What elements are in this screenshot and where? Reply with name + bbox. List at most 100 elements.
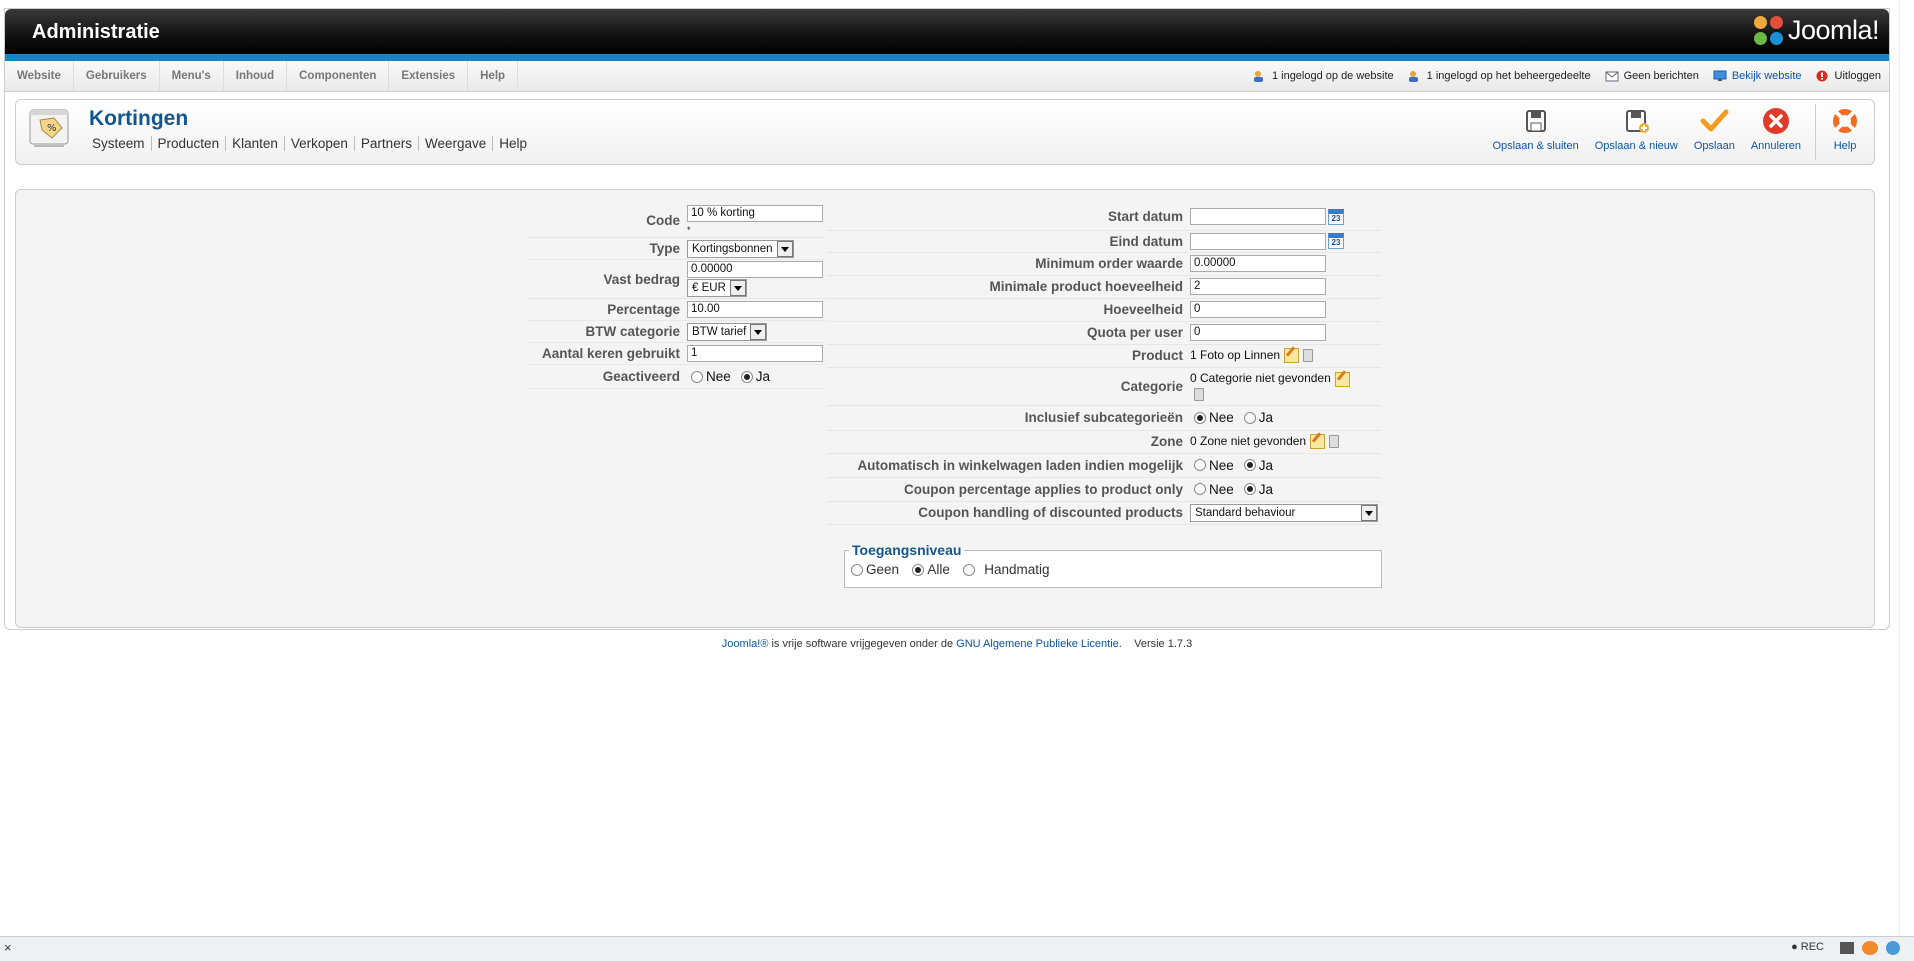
cancel-icon	[1761, 106, 1791, 136]
min-qty-input[interactable]: 2	[1190, 278, 1326, 295]
coupon-handling-select[interactable]: Standard behaviour	[1190, 503, 1378, 522]
menu-content[interactable]: Inhoud	[224, 61, 288, 91]
edit-icon[interactable]	[1310, 434, 1326, 450]
close-icon[interactable]: ×	[4, 940, 12, 955]
coupon-pct-yes-radio[interactable]	[1243, 483, 1256, 496]
delete-icon[interactable]	[1303, 349, 1314, 363]
min-qty-label: Minimale product hoeveelheid	[827, 275, 1187, 299]
percentage-label: Percentage	[527, 298, 684, 321]
cancel-button[interactable]: Annuleren	[1743, 104, 1809, 160]
submenu-system[interactable]: Systeem	[92, 136, 151, 151]
quota-input[interactable]: 0	[1190, 324, 1326, 341]
discount-tag-icon: %	[28, 106, 70, 148]
resize-icon[interactable]	[1840, 942, 1854, 954]
status-messages[interactable]: Geen berichten	[1605, 70, 1699, 82]
discount-form: Code 10 % korting * Type Kortingsbonnen V…	[15, 189, 1875, 628]
type-select[interactable]: Kortingsbonnen	[687, 239, 794, 258]
delete-icon[interactable]	[1329, 435, 1340, 449]
min-order-label: Minimum order waarde	[827, 252, 1187, 276]
code-label: Code	[527, 204, 684, 238]
autoload-yes-radio[interactable]	[1243, 459, 1256, 472]
submenu-display[interactable]: Weergave	[417, 136, 492, 151]
coupon-pct-no-radio[interactable]	[1194, 483, 1206, 496]
end-date-input[interactable]	[1190, 232, 1326, 250]
menu-users[interactable]: Gebruikers	[74, 61, 160, 91]
menu-website[interactable]: Website	[5, 61, 74, 91]
menu-help[interactable]: Help	[468, 61, 519, 91]
submenu-partners[interactable]: Partners	[353, 136, 418, 151]
access-none-radio[interactable]	[851, 563, 863, 576]
save-close-button[interactable]: Opslaan & sluiten	[1484, 104, 1586, 160]
submenu-products[interactable]: Producten	[150, 136, 226, 151]
save-new-icon	[1621, 106, 1651, 136]
submenu-sales[interactable]: Verkopen	[283, 136, 354, 151]
active-no-label: Nee	[706, 369, 731, 385]
coupon-pct-yes-label: Ja	[1258, 481, 1274, 497]
main-menu-bar: Website Gebruikers Menu's Inhoud Compone…	[5, 61, 1889, 92]
save-new-button[interactable]: Opslaan & nieuw	[1587, 104, 1686, 160]
access-manual-radio[interactable]	[963, 563, 976, 576]
license-link[interactable]: GNU Algemene Publieke Licentie	[956, 638, 1119, 650]
coupon-percentage-label: Coupon percentage applies to product onl…	[827, 477, 1187, 502]
status-site-users-text: 1 ingelogd op de website	[1271, 70, 1394, 82]
chevron-down-icon	[729, 280, 746, 296]
submenu-customers[interactable]: Klanten	[225, 136, 284, 151]
edit-icon[interactable]	[1284, 348, 1300, 364]
status-site-users: 1 ingelogd op de website	[1253, 70, 1394, 82]
svg-text:%: %	[47, 123, 57, 134]
type-select-value: Kortingsbonnen	[692, 242, 773, 255]
quantity-input[interactable]: 0	[1190, 301, 1326, 318]
save-button[interactable]: Opslaan	[1686, 104, 1743, 160]
min-order-input[interactable]: 0.00000	[1190, 255, 1326, 272]
code-input[interactable]: 10 % korting	[687, 205, 823, 222]
start-date-input[interactable]	[1190, 208, 1326, 226]
access-level-fieldset: Toegangsniveau Geen Alle Handmatig	[844, 542, 1382, 588]
autoload-no-radio[interactable]	[1194, 459, 1206, 472]
joomla-logo: Joomla!	[1753, 15, 1880, 46]
logout-link[interactable]: Uitloggen	[1816, 70, 1881, 82]
access-all-radio[interactable]	[912, 563, 925, 576]
submenu-help[interactable]: Help	[492, 136, 533, 151]
joomla-link[interactable]: Joomla!®	[722, 638, 769, 650]
save-close-label: Opslaan & sluiten	[1492, 140, 1579, 152]
access-level-legend: Toegangsniveau	[852, 542, 962, 558]
joomla-logo-icon	[1753, 15, 1784, 46]
addon-icon[interactable]	[1862, 941, 1878, 955]
currency-select[interactable]: € EUR	[687, 279, 747, 297]
delete-icon[interactable]	[1194, 387, 1204, 401]
calendar-icon[interactable]: 23	[1328, 208, 1344, 225]
form-left-table: Code 10 % korting * Type Kortingsbonnen V…	[527, 204, 826, 389]
menu-extensions[interactable]: Extensies	[389, 61, 469, 91]
footer-text: is vrije software vrijgegeven onder de	[768, 638, 957, 650]
rec-indicator[interactable]: ● REC	[1791, 941, 1824, 953]
fixed-amount-label: Vast bedrag	[527, 259, 684, 299]
globe-icon[interactable]	[1886, 941, 1900, 955]
save-label: Opslaan	[1693, 140, 1735, 152]
help-button[interactable]: Help	[1822, 104, 1868, 160]
menu-menus[interactable]: Menu's	[160, 61, 224, 91]
zone-label: Zone	[827, 430, 1187, 454]
subcategories-label: Inclusief subcategorieën	[827, 405, 1187, 431]
active-yes-radio[interactable]	[740, 370, 753, 383]
view-site-link[interactable]: Bekijk website	[1713, 70, 1802, 82]
page-title: Kortingen	[89, 107, 189, 130]
percentage-input[interactable]: 10.00	[687, 301, 823, 318]
menu-components[interactable]: Componenten	[287, 61, 390, 91]
save-new-label: Opslaan & nieuw	[1594, 140, 1678, 152]
end-date-label: Eind datum	[827, 230, 1187, 253]
subcat-no-radio[interactable]	[1194, 411, 1206, 424]
active-no-radio[interactable]	[691, 370, 703, 383]
coupon-handling-label: Coupon handling of discounted products	[827, 501, 1187, 525]
calendar-icon[interactable]: 23	[1328, 233, 1344, 249]
edit-icon[interactable]	[1334, 371, 1350, 387]
logout-icon	[1816, 70, 1830, 82]
vertical-scrollbar[interactable]	[1899, 0, 1914, 936]
tax-category-select[interactable]: BTW tarief	[687, 322, 768, 341]
subcat-yes-radio[interactable]	[1243, 411, 1256, 424]
subcat-yes-label: Ja	[1258, 410, 1274, 426]
toolbar-divider	[1815, 104, 1816, 160]
status-messages-text: Geen berichten	[1623, 70, 1699, 82]
status-bar: 1 ingelogd op de website 1 ingelogd op h…	[1239, 61, 1881, 91]
times-used-input[interactable]: 1	[687, 345, 823, 362]
fixed-amount-input[interactable]: 0.00000	[687, 261, 823, 278]
